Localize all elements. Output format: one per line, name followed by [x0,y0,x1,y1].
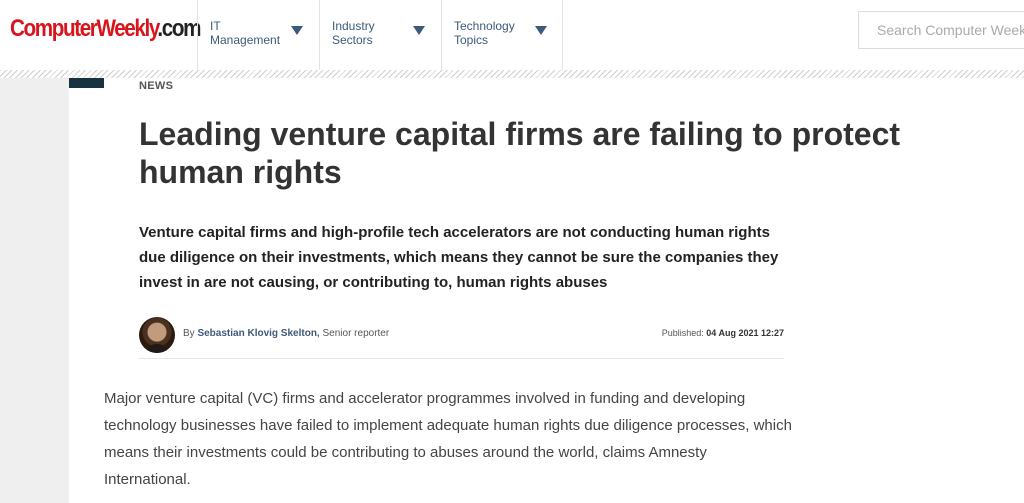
author-link[interactable]: Sebastian Klovig Skelton, [197,328,319,339]
logo-suffix: .com [157,15,201,42]
computerweekly-logo[interactable]: ComputerWeekly.com [10,15,201,43]
nav-industry-sectors[interactable]: Industry Sectors [319,0,441,70]
chevron-down-icon [535,26,547,35]
nav-it-management-label: IT Management [210,19,281,47]
nav-technology-topics[interactable]: Technology Topics [441,0,563,70]
author-avatar[interactable] [139,317,175,353]
chevron-down-icon [413,26,425,35]
header-divider-stripe [0,70,1024,78]
published-label: Published: [661,328,704,338]
category-marker [69,78,104,88]
site-header: ComputerWeekly.com IT Management Industry… [0,0,1024,70]
byline-text: By Sebastian Klovig Skelton, Senior repo… [183,328,389,339]
byline-prefix: By [183,328,195,339]
logo-main: ComputerWeekly [10,15,159,42]
published-info: Published: 04 Aug 2021 12:27 [662,328,784,338]
nav-technology-topics-label: Technology Topics [454,19,515,47]
search-input[interactable] [858,11,1024,49]
category-label[interactable]: NEWS [139,80,173,92]
byline: By Sebastian Klovig Skelton, Senior repo… [139,317,784,359]
chevron-down-icon [291,26,303,35]
nav-industry-sectors-label: Industry Sectors [332,19,375,47]
article-summary: Venture capital firms and high-profile t… [139,224,779,291]
nav-it-management[interactable]: IT Management [197,0,319,70]
author-role: Senior reporter [322,328,390,339]
article-content: NEWS Leading venture capital firms are f… [69,78,1024,503]
published-date: 04 Aug 2021 12:27 [706,328,784,338]
article-body: Major venture capital (VC) firms and acc… [104,390,792,488]
article-headline: Leading venture capital firms are failin… [139,116,901,190]
